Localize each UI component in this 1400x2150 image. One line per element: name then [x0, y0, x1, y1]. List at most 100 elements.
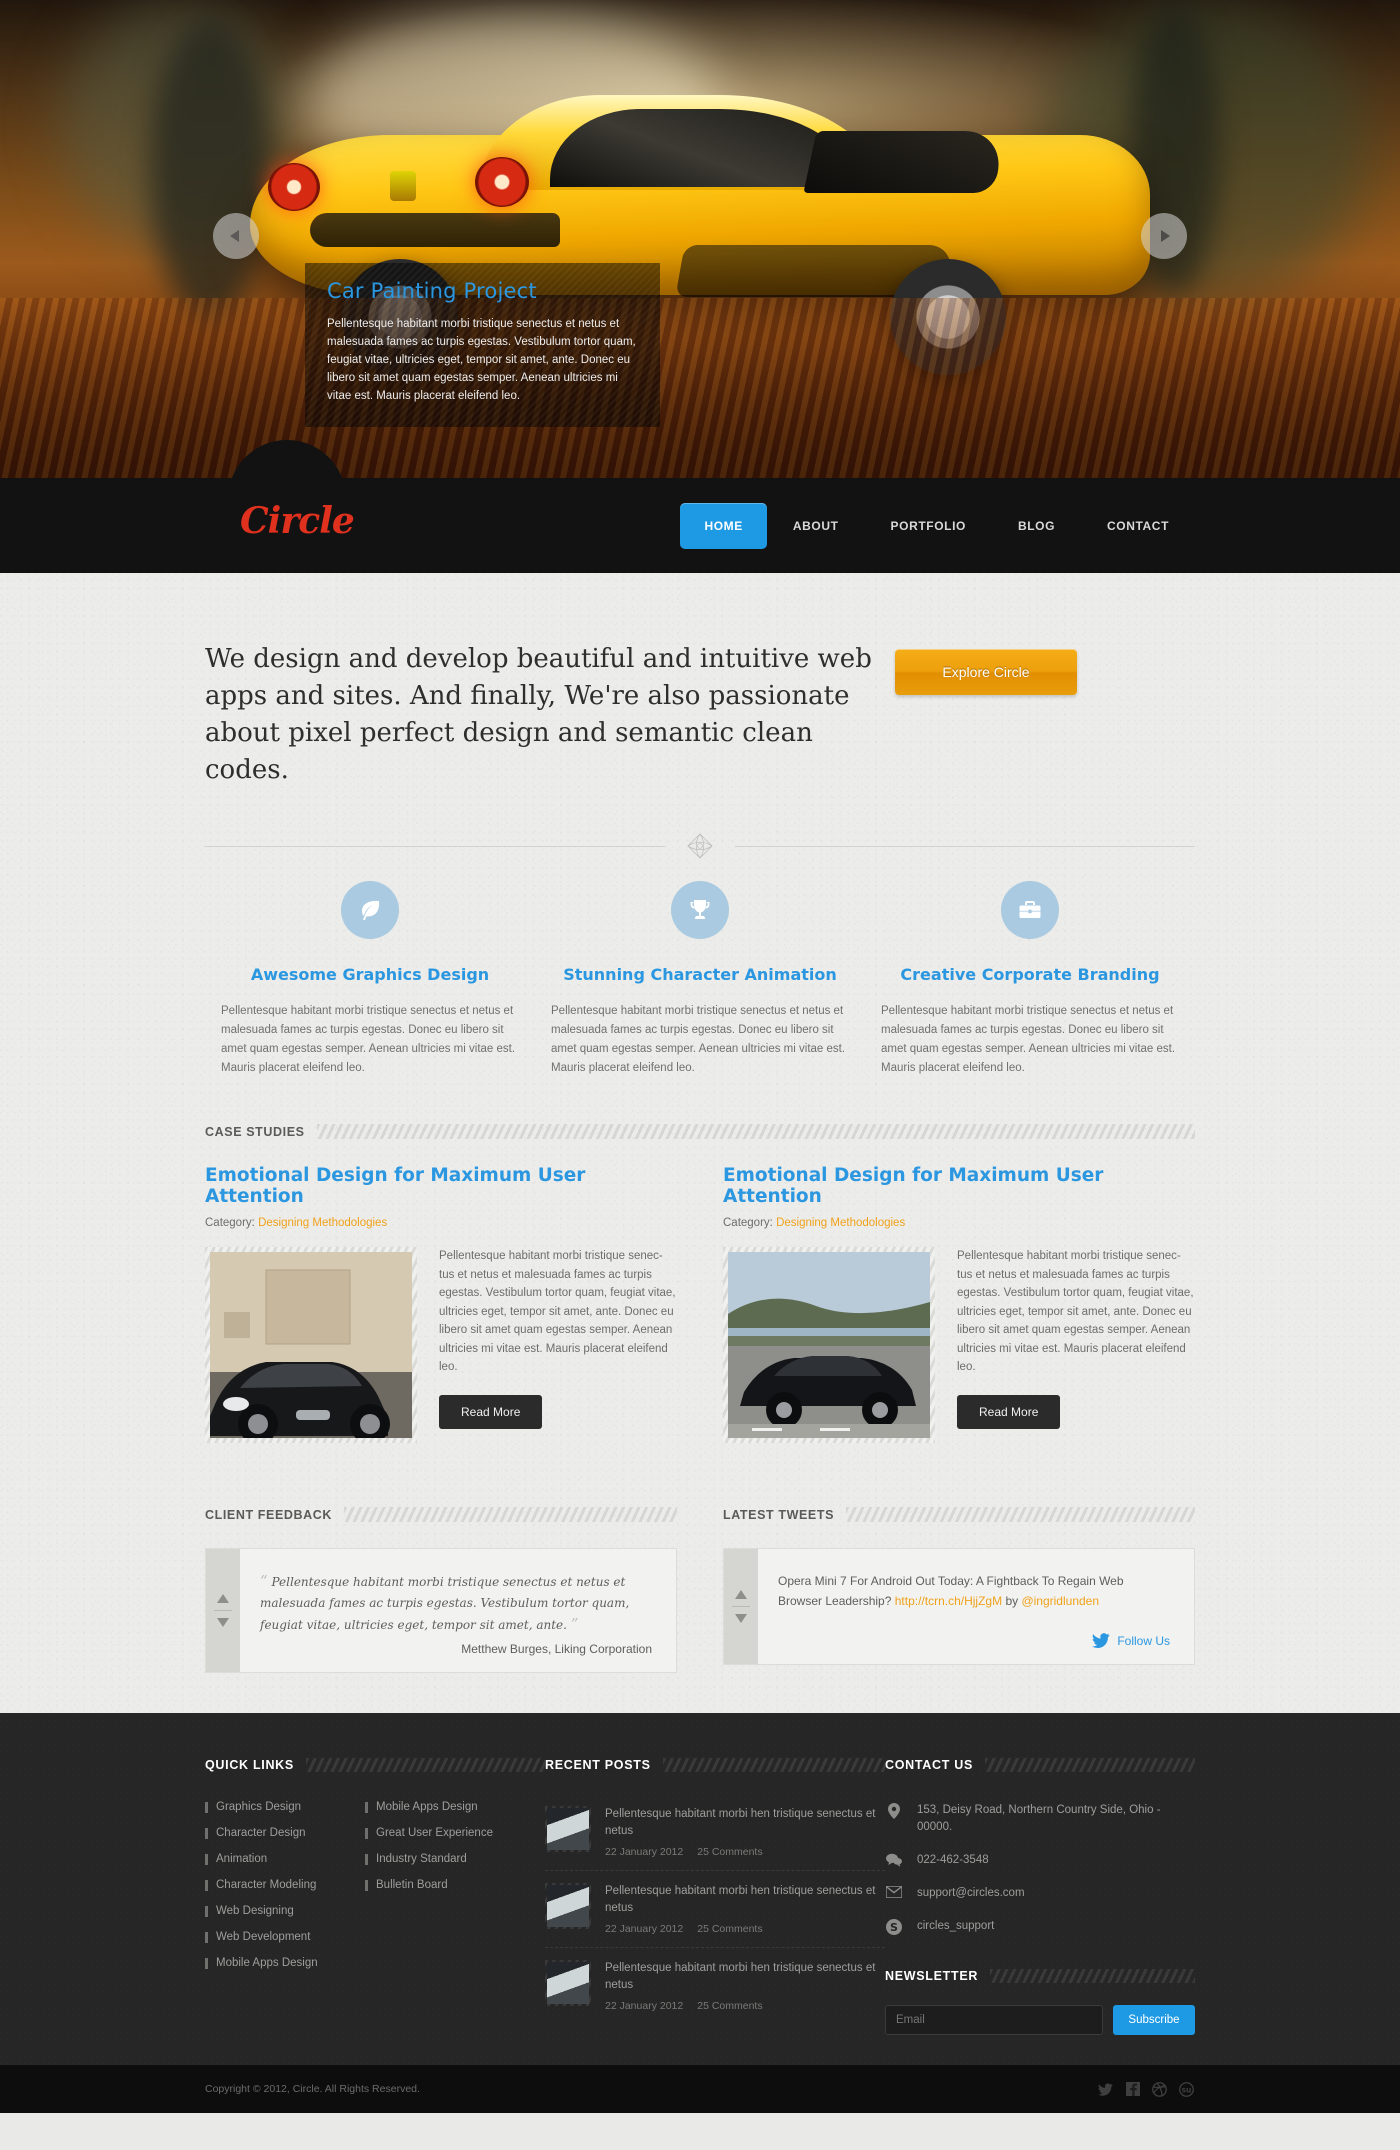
nav-item-contact[interactable]: CONTACT — [1081, 511, 1195, 541]
newsletter-form: Subscribe — [885, 2005, 1195, 2035]
hatch-rule — [990, 1969, 1195, 1983]
post-title: Pellentesque habitant morbi hen tristiqu… — [605, 1885, 876, 1914]
service-card: Creative Corporate Branding Pellentesque… — [865, 881, 1195, 1078]
bullet-icon — [365, 1879, 368, 1891]
twitter-bird-icon — [1092, 1633, 1110, 1648]
scroll-up-icon[interactable] — [734, 1589, 748, 1600]
service-card: Stunning Character Animation Pellentesqu… — [535, 881, 865, 1078]
feedback-author: Metthew Burges, Liking Corporation — [461, 1642, 652, 1656]
contact-address: 153, Deisy Road, Northern Country Side, … — [917, 1804, 1161, 1833]
quick-link[interactable]: Animation — [205, 1846, 365, 1872]
quick-link[interactable]: Industry Standard — [365, 1846, 525, 1872]
scroll-up-icon[interactable] — [216, 1593, 230, 1604]
recent-post-item[interactable]: Pellentesque habitant morbi hen tristiqu… — [545, 1871, 885, 1948]
page-root: Car Painting Project Pellentesque habita… — [0, 0, 1400, 2113]
hero-slider[interactable]: Car Painting Project Pellentesque habita… — [0, 0, 1400, 478]
tweet-handle[interactable]: @ingridlunden — [1021, 1594, 1099, 1608]
service-icon-badge — [671, 881, 729, 939]
twitter-icon[interactable] — [1097, 2081, 1114, 2098]
nav-item-about[interactable]: ABOUT — [767, 511, 865, 541]
tweets-scroll-controls[interactable] — [724, 1549, 758, 1664]
quick-link[interactable]: Mobile Apps Design — [365, 1794, 525, 1820]
case-study-title[interactable]: Emotional Design for Maximum User Attent… — [723, 1165, 1195, 1207]
latest-tweets-heading: LATEST TWEETS — [723, 1507, 1195, 1522]
footer-quick-links: QUICK LINKS Graphics Design Character De… — [205, 1758, 545, 2035]
quick-link-label: Web Designing — [216, 1905, 294, 1917]
copyright-bar: Copyright © 2012, Circle. All Rights Res… — [0, 2065, 1400, 2113]
social-links: su — [1097, 2081, 1195, 2098]
post-date: 22 January 2012 — [605, 1846, 684, 1858]
quick-links-column-1: Graphics Design Character Design Animati… — [205, 1794, 365, 1976]
map-pin-icon — [885, 1802, 903, 1819]
quick-link[interactable]: Web Designing — [205, 1898, 365, 1924]
scroll-down-icon[interactable] — [216, 1617, 230, 1628]
slide-title: Car Painting Project — [327, 279, 537, 303]
bullet-icon — [365, 1801, 368, 1813]
contact-phone-row: 022-462-3548 — [885, 1844, 1195, 1877]
quick-link-label: Web Development — [216, 1931, 311, 1943]
slider-next-button[interactable] — [1141, 213, 1187, 259]
bullet-icon — [205, 1931, 208, 1943]
quick-link[interactable]: Web Development — [205, 1924, 365, 1950]
recent-post-item[interactable]: Pellentesque habitant morbi hen tristiqu… — [545, 1948, 885, 2024]
post-thumbnail — [545, 1960, 591, 2006]
case-study-title[interactable]: Emotional Design for Maximum User Attent… — [205, 1165, 677, 1207]
svg-text:su: su — [1182, 2085, 1192, 2094]
hatch-rule — [985, 1758, 1195, 1772]
category-link[interactable]: Designing Methodologies — [258, 1217, 387, 1229]
read-more-button[interactable]: Read More — [439, 1394, 543, 1429]
case-study-item: Emotional Design for Maximum User Attent… — [205, 1165, 677, 1443]
hatch-rule — [846, 1507, 1195, 1522]
follow-us-label: Follow Us — [1117, 1633, 1170, 1648]
explore-circle-button[interactable]: Explore Circle — [895, 649, 1077, 695]
quick-link[interactable]: Mobile Apps Design — [205, 1950, 365, 1976]
newsletter-email-input[interactable] — [885, 2005, 1103, 2035]
post-date: 22 January 2012 — [605, 1923, 684, 1935]
quick-link-label: Graphics Design — [216, 1801, 302, 1813]
category-link[interactable]: Designing Methodologies — [776, 1217, 905, 1229]
quick-link-label: Character Design — [216, 1827, 306, 1839]
feedback-scroll-controls[interactable] — [206, 1549, 240, 1672]
site-footer: QUICK LINKS Graphics Design Character De… — [0, 1713, 1400, 2065]
nav-item-portfolio[interactable]: PORTFOLIO — [865, 511, 992, 541]
case-study-thumbnail[interactable] — [723, 1247, 935, 1443]
feedback-quote: “ Pellentesque habitant morbi tristique … — [260, 1571, 652, 1636]
quick-link[interactable]: Bulletin Board — [365, 1872, 525, 1898]
bullet-icon — [205, 1879, 208, 1891]
case-study-image — [210, 1252, 412, 1438]
dribbble-icon[interactable] — [1151, 2081, 1168, 2098]
nav-item-home[interactable]: HOME — [680, 502, 767, 549]
leaf-icon — [362, 900, 380, 920]
facebook-icon[interactable] — [1124, 2081, 1141, 2098]
site-logo[interactable]: Circle — [240, 500, 355, 542]
nav-item-blog[interactable]: BLOG — [992, 511, 1081, 541]
chat-bubble-icon — [885, 1852, 903, 1867]
quick-link-label: Animation — [216, 1853, 268, 1865]
scroll-down-icon[interactable] — [734, 1613, 748, 1624]
hatch-rule — [305, 1758, 545, 1772]
post-title: Pellentesque habitant morbi hen tristiqu… — [605, 1962, 876, 1991]
quick-link[interactable]: Great User Experience — [365, 1820, 525, 1846]
quote-close-icon: ” — [570, 1615, 579, 1633]
category-label: Category: — [723, 1217, 773, 1229]
case-study-thumbnail[interactable] — [205, 1247, 417, 1443]
section-title-text: LATEST TWEETS — [723, 1507, 835, 1522]
tweet-link[interactable]: http://tcrn.ch/HjjZgM — [895, 1594, 1002, 1608]
quick-link-label: Mobile Apps Design — [376, 1801, 478, 1813]
recent-post-item[interactable]: Pellentesque habitant morbi hen tristiqu… — [545, 1794, 885, 1871]
quick-link[interactable]: Character Design — [205, 1820, 365, 1846]
category-label: Category: — [205, 1217, 255, 1229]
ornamental-divider — [205, 833, 1195, 859]
intro-headline: We design and develop beautiful and intu… — [205, 644, 872, 785]
hatch-rule — [344, 1507, 677, 1522]
read-more-button[interactable]: Read More — [957, 1394, 1061, 1429]
quick-link[interactable]: Character Modeling — [205, 1872, 365, 1898]
newsletter-subscribe-button[interactable]: Subscribe — [1113, 2005, 1195, 2035]
hero-ground — [0, 298, 1400, 478]
skype-icon: S — [885, 1918, 903, 1935]
follow-us-link[interactable]: Follow Us — [778, 1633, 1170, 1648]
slider-prev-button[interactable] — [213, 213, 259, 259]
stumbleupon-icon[interactable]: su — [1178, 2081, 1195, 2098]
quick-link[interactable]: Graphics Design — [205, 1794, 365, 1820]
quick-link-label: Mobile Apps Design — [216, 1957, 318, 1969]
